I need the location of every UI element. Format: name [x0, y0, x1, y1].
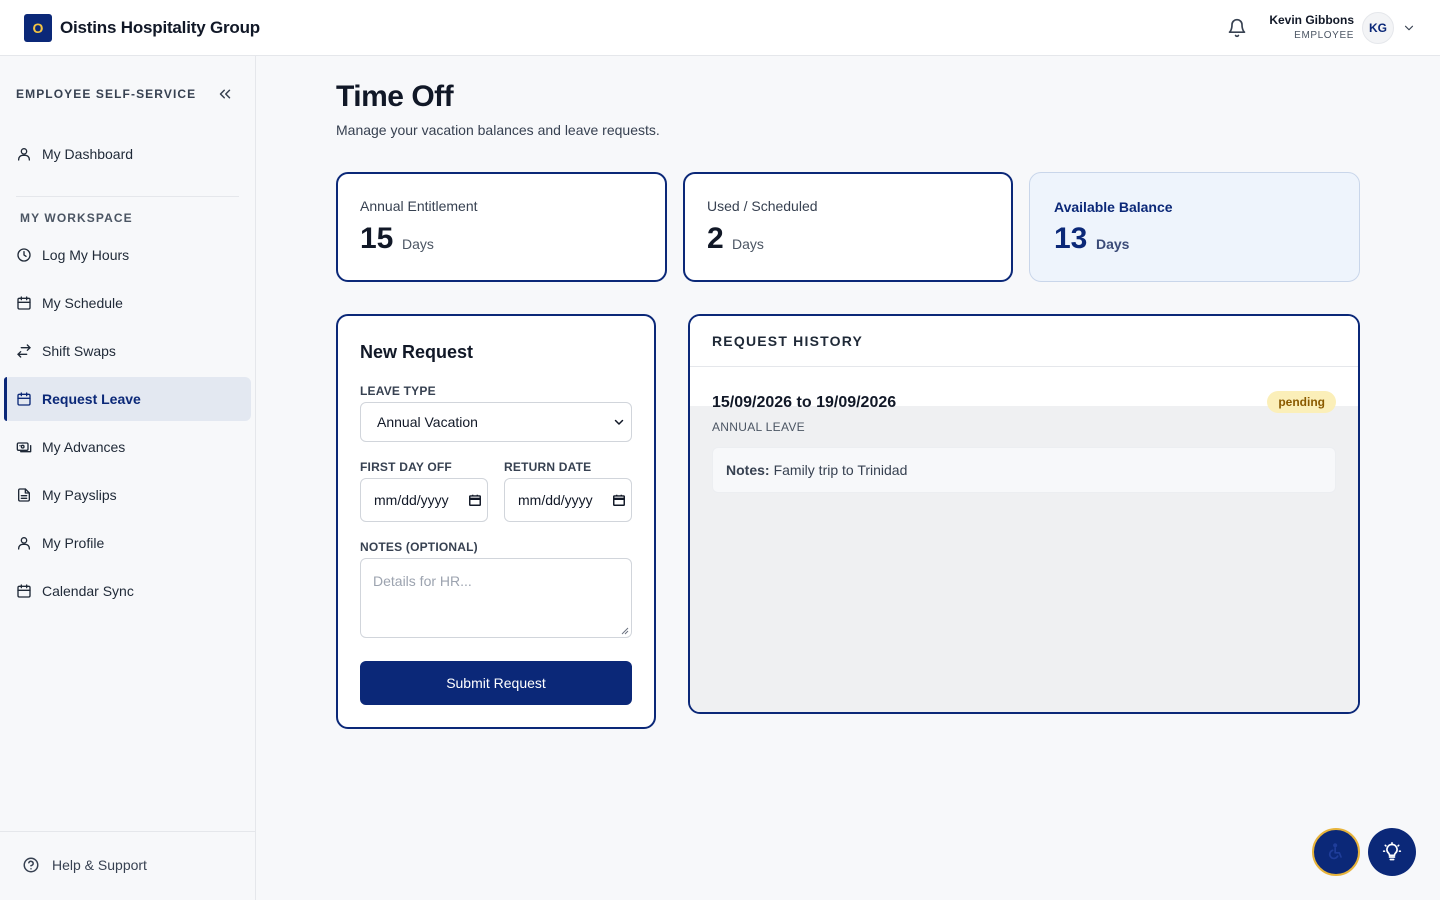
sidebar-item-profile[interactable]: My Profile [4, 521, 251, 565]
company-name: Oistins Hospitality Group [60, 18, 260, 37]
cash-icon [16, 442, 32, 453]
sidebar-item-label: My Schedule [42, 295, 123, 311]
sidebar-item-label: My Dashboard [42, 146, 134, 162]
notes-textarea[interactable]: Details for HR... [360, 558, 632, 638]
sidebar-item-payslips[interactable]: My Payslips [4, 473, 251, 517]
stat-label: Used / Scheduled [707, 198, 818, 214]
user-name: Kevin Gibbons [1269, 13, 1354, 27]
request-history-card: REQUEST HISTORY 15/09/2026 to 19/09/2026… [688, 314, 1360, 714]
stat-unit: Days [732, 236, 764, 252]
sidebar-item-label: My Advances [42, 439, 126, 455]
leave-type-label: LEAVE TYPE [360, 384, 436, 398]
date-placeholder: mm/dd/yyyy [374, 492, 449, 508]
lightbulb-icon [1382, 842, 1402, 861]
sidebar-item-advances[interactable]: My Advances [4, 425, 251, 469]
sidebar-item-label: Calendar Sync [42, 583, 134, 599]
bell-icon[interactable] [1227, 18, 1247, 38]
leave-type-select[interactable]: Annual Vacation [360, 402, 632, 442]
calendar-icon[interactable] [612, 493, 626, 507]
accessibility-button[interactable] [1312, 828, 1360, 876]
form-title: New Request [360, 342, 474, 362]
sidebar-section-title: MY WORKSPACE [20, 211, 133, 225]
first-day-label: FIRST DAY OFF [360, 460, 452, 474]
chevron-down-icon [614, 419, 624, 425]
stat-label: Annual Entitlement [360, 198, 478, 214]
sidebar-item-request-leave[interactable]: Request Leave [4, 377, 251, 421]
stat-value: 15 [360, 222, 394, 255]
request-notes: Notes: Family trip to Trinidad [712, 447, 1336, 493]
sidebar-item-schedule[interactable]: My Schedule [4, 281, 251, 325]
stat-label: Available Balance [1054, 199, 1173, 215]
sidebar-item-label: Log My Hours [42, 247, 130, 263]
sidebar-item-label: My Payslips [42, 487, 117, 503]
company-logo: O [24, 14, 52, 42]
leave-type-value: Annual Vacation [377, 414, 478, 430]
help-icon [23, 857, 39, 873]
resize-handle-icon[interactable] [621, 627, 629, 635]
calendar-icon [17, 392, 31, 406]
history-header: REQUEST HISTORY [690, 316, 1358, 367]
stat-card-used: Used / Scheduled 2 Days [683, 172, 1013, 282]
status-badge: pending [1267, 391, 1336, 413]
request-type: ANNUAL LEAVE [712, 420, 805, 434]
return-date-label: RETURN DATE [504, 460, 592, 474]
history-title: REQUEST HISTORY [712, 333, 864, 349]
sidebar-divider [16, 196, 239, 197]
new-request-card: New Request LEAVE TYPE Annual Vacation F… [336, 314, 656, 729]
sidebar: EMPLOYEE SELF-SERVICE My Dashboard MY WO… [0, 56, 256, 900]
swap-icon [17, 344, 31, 358]
sidebar-item-label: Shift Swaps [42, 343, 116, 359]
user-icon [18, 537, 30, 550]
notes-text: Family trip to Trinidad [773, 462, 908, 478]
notes-label: NOTES (OPTIONAL) [360, 540, 478, 554]
user-icon [18, 148, 30, 161]
notes-label: Notes: [726, 462, 770, 478]
request-dates: 15/09/2026 to 19/09/2026 [712, 394, 897, 411]
calendar-icon[interactable] [468, 493, 482, 507]
sidebar-footer-divider [0, 831, 255, 832]
stat-unit: Days [1096, 236, 1130, 252]
page-subtitle: Manage your vacation balances and leave … [336, 122, 660, 138]
sidebar-item-shift-swaps[interactable]: Shift Swaps [4, 329, 251, 373]
sidebar-item-label: Request Leave [42, 391, 141, 407]
user-role: EMPLOYEE [1294, 30, 1354, 41]
avatar[interactable]: KG [1362, 12, 1394, 44]
collapse-sidebar-icon[interactable] [216, 85, 234, 103]
stat-card-available: Available Balance 13 Days [1029, 172, 1360, 282]
help-label: Help & Support [52, 857, 147, 873]
stat-value: 13 [1054, 222, 1088, 255]
notes-placeholder: Details for HR... [373, 573, 472, 589]
document-icon [18, 488, 30, 502]
submit-request-button[interactable]: Submit Request [360, 661, 632, 705]
page-title: Time Off [336, 80, 454, 113]
clock-icon [17, 248, 31, 262]
stat-card-entitlement: Annual Entitlement 15 Days [336, 172, 667, 282]
top-bar: O Oistins Hospitality Group Kevin Gibbon… [0, 0, 1440, 56]
stat-unit: Days [402, 236, 434, 252]
return-date-input[interactable]: mm/dd/yyyy [504, 478, 632, 522]
chevron-down-icon[interactable] [1402, 21, 1416, 35]
sidebar-item-log-hours[interactable]: Log My Hours [4, 233, 251, 277]
first-day-input[interactable]: mm/dd/yyyy [360, 478, 488, 522]
help-support-link[interactable]: Help & Support [22, 856, 147, 874]
calendar-icon [17, 296, 31, 310]
user-info[interactable]: Kevin Gibbons EMPLOYEE [1269, 13, 1354, 41]
date-placeholder: mm/dd/yyyy [518, 492, 593, 508]
stat-value: 2 [707, 222, 724, 255]
sidebar-heading: EMPLOYEE SELF-SERVICE [16, 87, 197, 101]
calendar-icon [17, 584, 31, 598]
sidebar-item-label: My Profile [42, 535, 105, 551]
sidebar-item-calendar-sync[interactable]: Calendar Sync [4, 569, 251, 613]
sidebar-item-dashboard[interactable]: My Dashboard [4, 132, 251, 176]
brand[interactable]: O Oistins Hospitality Group [24, 14, 260, 42]
wheelchair-icon [1328, 843, 1342, 860]
tips-button[interactable] [1368, 828, 1416, 876]
